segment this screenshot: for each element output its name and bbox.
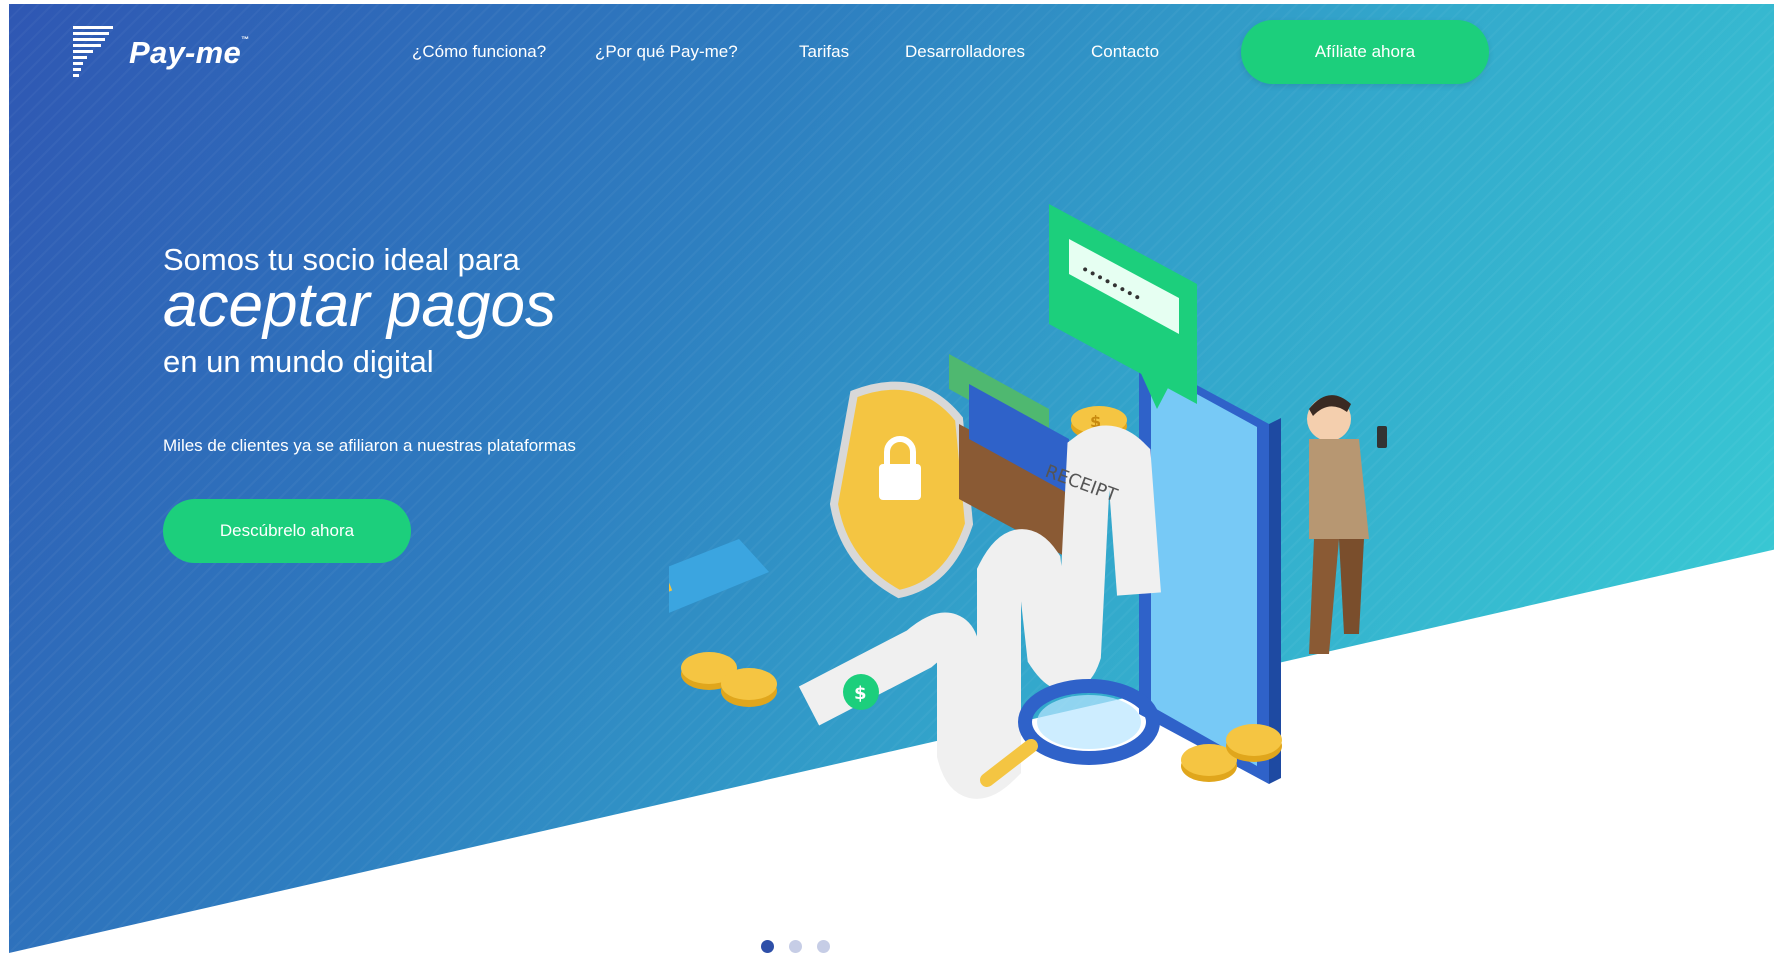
nav-item-desarrolladores[interactable]: Desarrolladores bbox=[905, 42, 1025, 62]
chat-bubble-icon: •••••••• bbox=[1049, 204, 1197, 409]
hero-subtitle: Miles de clientes ya se afiliaron a nues… bbox=[163, 436, 576, 455]
hero-heading-line2: aceptar pagos bbox=[163, 271, 556, 340]
affiliate-now-button[interactable]: Afíliate ahora bbox=[1241, 20, 1489, 84]
phone-illustration bbox=[1139, 354, 1281, 784]
brand-logo[interactable]: Pay-me™ bbox=[71, 24, 249, 82]
logo-mark-icon bbox=[73, 26, 113, 77]
receipt-dollar-sign: $ bbox=[854, 683, 867, 704]
discover-now-button[interactable]: Descúbrelo ahora bbox=[163, 499, 411, 563]
person-illustration bbox=[1307, 395, 1387, 654]
shield-lock-icon bbox=[829, 381, 974, 599]
carousel-dot-3[interactable] bbox=[817, 940, 830, 953]
page: Pay-me™ ¿Cómo funciona? ¿Por qué Pay-me?… bbox=[9, 4, 1774, 953]
carousel-dot-2[interactable] bbox=[789, 940, 802, 953]
nav-item-como-funciona[interactable]: ¿Cómo funciona? bbox=[412, 42, 546, 62]
nav-item-tarifas[interactable]: Tarifas bbox=[799, 42, 849, 62]
nav-item-por-que-payme[interactable]: ¿Por qué Pay-me? bbox=[595, 42, 738, 62]
carousel-dots bbox=[761, 940, 830, 953]
payments-illustration: •••••••• $ RECEIPT $ bbox=[669, 204, 1387, 799]
hero-heading-line3: en un mundo digital bbox=[163, 344, 434, 379]
nav-item-contacto[interactable]: Contacto bbox=[1091, 42, 1159, 62]
credit-card-icon bbox=[669, 539, 769, 613]
coins-icon bbox=[681, 652, 777, 707]
brand-name: Pay-me™ bbox=[129, 35, 250, 70]
carousel-dot-1[interactable] bbox=[761, 940, 774, 953]
